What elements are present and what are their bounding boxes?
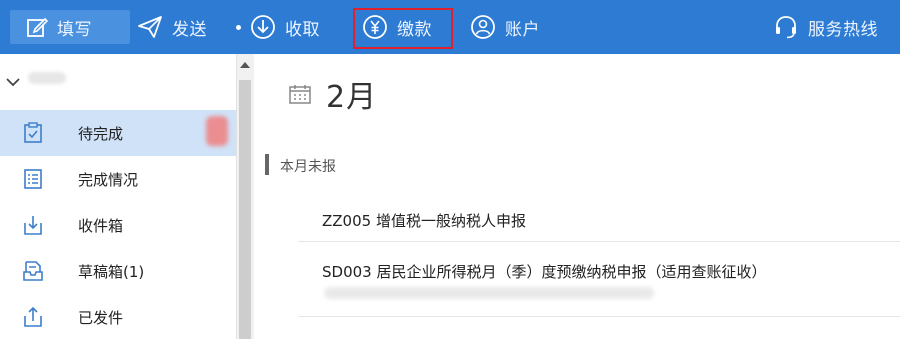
task-item-zz005[interactable]: ZZ005 增值税一般纳税人申报 [322, 210, 526, 231]
fill-button[interactable]: 填写 [10, 10, 130, 44]
calendar-icon [289, 84, 311, 108]
scroll-up-arrow-icon[interactable] [240, 62, 250, 68]
account-button[interactable]: 账户 [470, 0, 540, 54]
main-panel: 2月 本月未报 ZZ005 增值税一般纳税人申报 SD003 居民企业所得税月（… [262, 54, 900, 339]
fill-button-label: 填写 [57, 19, 92, 40]
scrollbar-thumb[interactable] [239, 80, 251, 339]
user-circle-icon [470, 14, 496, 40]
divider [298, 241, 900, 242]
pay-button-label: 缴款 [397, 19, 432, 40]
send-button-label: 发送 [172, 19, 207, 40]
section-title: 本月未报 [280, 159, 336, 175]
receive-button-label: 收取 [285, 19, 320, 40]
divider [298, 316, 900, 317]
task-item-sd003[interactable]: SD003 居民企业所得税月（季）度预缴纳税申报（适用查账征收） [322, 261, 766, 282]
section-marker [265, 154, 269, 175]
blurred-badge [206, 116, 228, 146]
sidebar-item-inbox[interactable]: 收件箱 [0, 202, 236, 248]
send-button[interactable]: 发送 [137, 0, 207, 54]
sidebar-item-pending[interactable]: 待完成 [0, 110, 236, 156]
sidebar-item-sent[interactable]: 已发件 [0, 294, 236, 340]
edit-icon [26, 16, 48, 38]
sidebar-scrollbar[interactable] [236, 54, 254, 339]
headset-icon [773, 14, 799, 40]
sidebar-item-label: 收件箱 [78, 216, 124, 235]
list-icon [22, 168, 44, 190]
download-circle-icon [250, 14, 276, 40]
inbox-download-icon [22, 214, 44, 236]
clipboard-check-icon [22, 122, 44, 144]
yuan-circle-icon [362, 14, 388, 40]
upload-icon [22, 306, 44, 328]
blurred-task-detail [324, 287, 654, 299]
month-title: 2月 [326, 80, 378, 115]
sidebar: 待完成 完成情况 收件箱 草稿箱(1) 已发件 [0, 54, 236, 339]
receive-button[interactable]: 收取 [250, 0, 320, 54]
chevron-down-icon[interactable] [6, 72, 20, 91]
sidebar-item-completion[interactable]: 完成情况 [0, 156, 236, 202]
pay-button[interactable]: 缴款 [362, 0, 432, 54]
sidebar-item-label: 待完成 [78, 124, 124, 143]
status-dot-icon [236, 25, 241, 30]
sidebar-item-label: 草稿箱(1) [78, 262, 145, 281]
drafts-icon [22, 260, 44, 282]
sidebar-item-label: 已发件 [78, 308, 124, 327]
hotline-button[interactable]: 服务热线 [773, 0, 878, 54]
top-toolbar: 填写 发送 收取 缴款 账户 服务热线 [0, 0, 900, 54]
hotline-button-label: 服务热线 [808, 19, 878, 40]
blurred-account-name [28, 72, 66, 84]
sidebar-item-drafts[interactable]: 草稿箱(1) [0, 248, 236, 294]
paper-plane-icon [137, 15, 163, 39]
account-button-label: 账户 [505, 19, 540, 40]
sidebar-item-label: 完成情况 [78, 170, 139, 189]
